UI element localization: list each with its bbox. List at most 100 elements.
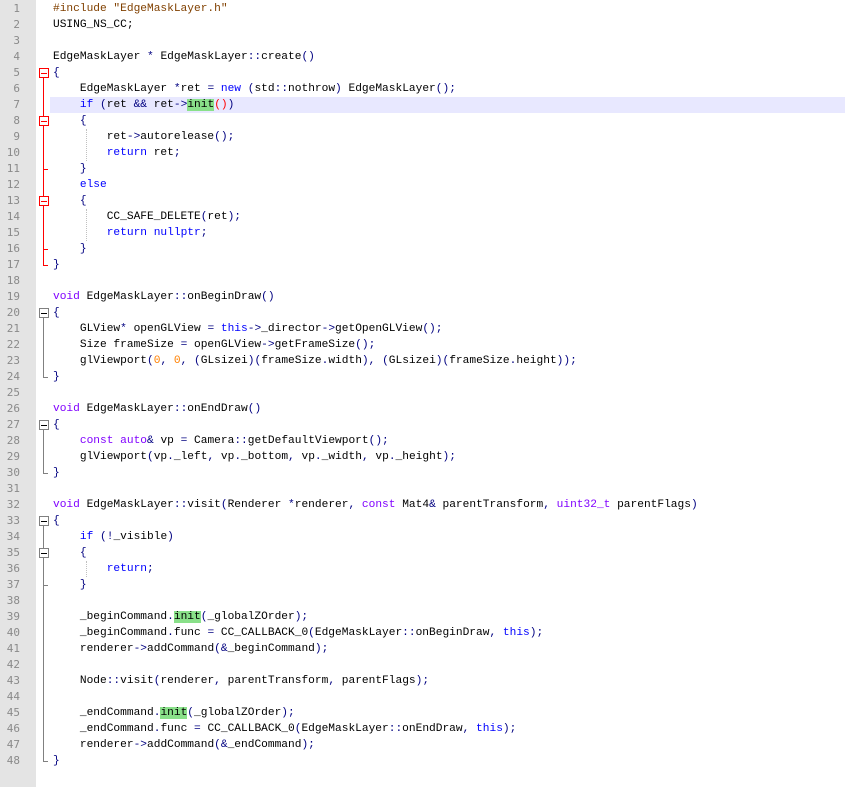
code-line[interactable]: } xyxy=(53,753,60,769)
code-line[interactable]: void EdgeMaskLayer::onBeginDraw() xyxy=(53,289,275,305)
code-token: () xyxy=(247,403,262,415)
code-line[interactable]: CC_SAFE_DELETE(ret); xyxy=(53,209,241,225)
code-token: void xyxy=(53,291,87,303)
fold-toggle-icon[interactable] xyxy=(39,516,49,526)
line-number: 16 xyxy=(6,242,20,255)
line-number: 42 xyxy=(6,658,20,671)
code-token: return xyxy=(106,563,148,575)
code-token: return xyxy=(106,227,154,239)
fold-toggle-icon[interactable] xyxy=(39,420,49,430)
code-line[interactable]: { xyxy=(53,305,60,321)
code-line[interactable]: } xyxy=(53,369,60,385)
code-token: . xyxy=(314,451,322,463)
code-token: -> xyxy=(133,643,148,655)
code-token: () xyxy=(214,99,228,111)
line-number: 9 xyxy=(13,130,20,143)
code-token: ), ( xyxy=(361,355,389,367)
code-line[interactable]: } xyxy=(53,161,87,177)
code-token: . xyxy=(167,611,174,623)
code-token: func xyxy=(173,627,208,639)
code-line[interactable]: glViewport(vp._left, vp._bottom, vp._wid… xyxy=(53,449,456,465)
code-line[interactable]: ret->autorelease(); xyxy=(53,129,235,145)
code-line[interactable]: Size frameSize = openGLView->getFrameSiz… xyxy=(53,337,375,353)
code-token: ) xyxy=(690,499,698,511)
code-token: , xyxy=(348,499,362,511)
code-token: vp xyxy=(153,451,168,463)
line-number-gutter: 1 2 3 4 5 6 7 8 9 10 11 12 13 14 15 16 17 18 19 20 21 22 23 24 2… xyxy=(0,0,36,787)
code-line[interactable]: glViewport(0, 0, (GLsizei)(frameSize.wid… xyxy=(53,353,577,369)
code-line[interactable]: EdgeMaskLayer *ret = new (std::nothrow) … xyxy=(53,81,456,97)
fold-toggle-icon[interactable] xyxy=(39,308,49,318)
code-token: ); xyxy=(294,611,309,623)
code-line[interactable]: USING_NS_CC; xyxy=(53,17,134,33)
line-number: 40 xyxy=(6,626,20,639)
code-line[interactable]: { xyxy=(53,545,87,561)
code-line[interactable]: { xyxy=(53,513,60,529)
line-number: 2 xyxy=(13,18,20,31)
code-token: return xyxy=(106,147,154,159)
code-line[interactable]: } xyxy=(53,465,60,481)
code-token: -> xyxy=(321,323,336,335)
code-token: { xyxy=(53,515,60,527)
code-token: { xyxy=(53,419,60,431)
code-line[interactable]: Node::visit(renderer, parentTransform, p… xyxy=(53,673,429,689)
code-line[interactable]: return ret; xyxy=(53,145,181,161)
code-token: , xyxy=(160,355,174,367)
fold-line xyxy=(43,318,44,377)
code-line[interactable]: { xyxy=(53,193,87,209)
fold-toggle-icon[interactable] xyxy=(39,116,49,126)
code-line[interactable]: _beginCommand.init(_globalZOrder); xyxy=(53,609,308,625)
code-line[interactable]: return; xyxy=(53,561,154,577)
code-token: :: xyxy=(173,403,188,415)
code-line[interactable]: void EdgeMaskLayer::visit(Renderer *rend… xyxy=(53,497,698,513)
fold-toggle-icon[interactable] xyxy=(39,68,49,78)
code-token: width xyxy=(328,355,362,367)
code-token: * xyxy=(120,323,134,335)
code-line[interactable]: if (!_visible) xyxy=(53,529,174,545)
code-token: = xyxy=(207,323,221,335)
line-number: 15 xyxy=(6,226,20,239)
line-number: 34 xyxy=(6,530,20,543)
line-number: 6 xyxy=(13,82,20,95)
code-line[interactable]: _endCommand.init(_globalZOrder); xyxy=(53,705,295,721)
code-token: onBeginDraw xyxy=(187,291,262,303)
code-line[interactable]: #include "EdgeMaskLayer.h" xyxy=(53,1,228,17)
code-line[interactable]: _beginCommand.func = CC_CALLBACK_0(EdgeM… xyxy=(53,625,543,641)
code-token: (& xyxy=(214,643,228,655)
code-line[interactable]: _endCommand.func = CC_CALLBACK_0(EdgeMas… xyxy=(53,721,517,737)
code-token: ret xyxy=(106,99,134,111)
code-token: onEndDraw xyxy=(402,723,463,735)
code-line[interactable]: { xyxy=(53,65,60,81)
code-line[interactable]: { xyxy=(53,417,60,433)
code-editor[interactable]: 1 2 3 4 5 6 7 8 9 10 11 12 13 14 15 16 17 18 19 20 21 22 23 24 2… xyxy=(0,0,845,787)
code-token: } xyxy=(53,259,60,271)
fold-toggle-icon[interactable] xyxy=(39,548,49,558)
line-number: 36 xyxy=(6,562,20,575)
code-line[interactable]: const auto& vp = Camera::getDefaultViewp… xyxy=(53,433,389,449)
code-line[interactable]: } xyxy=(53,577,87,593)
code-line[interactable]: else xyxy=(53,177,107,193)
code-line[interactable]: return nullptr; xyxy=(53,225,208,241)
code-line[interactable]: EdgeMaskLayer * EdgeMaskLayer::create() xyxy=(53,49,315,65)
code-line[interactable]: } xyxy=(53,241,87,257)
code-token: ret xyxy=(207,211,228,223)
code-token: EdgeMaskLayer xyxy=(86,291,174,303)
code-line[interactable]: if (ret && ret->init()) xyxy=(53,97,234,113)
code-line[interactable]: } xyxy=(53,257,60,273)
code-line[interactable]: GLView* openGLView = this->_director->ge… xyxy=(53,321,443,337)
code-line[interactable]: { xyxy=(53,113,87,129)
code-token: _beginCommand xyxy=(53,627,168,639)
code-token: (); xyxy=(355,339,376,351)
code-token: _endCommand xyxy=(53,723,154,735)
code-line[interactable]: renderer->addCommand(&_beginCommand); xyxy=(53,641,328,657)
code-token: _beginCommand xyxy=(227,643,315,655)
code-token: _beginCommand xyxy=(53,611,168,623)
code-line[interactable]: renderer->addCommand(&_endCommand); xyxy=(53,737,315,753)
code-token: ); xyxy=(529,627,544,639)
fold-toggle-icon[interactable] xyxy=(39,196,49,206)
code-token: ); xyxy=(314,643,329,655)
code-line[interactable]: void EdgeMaskLayer::onEndDraw() xyxy=(53,401,261,417)
code-token: ( xyxy=(187,707,195,719)
